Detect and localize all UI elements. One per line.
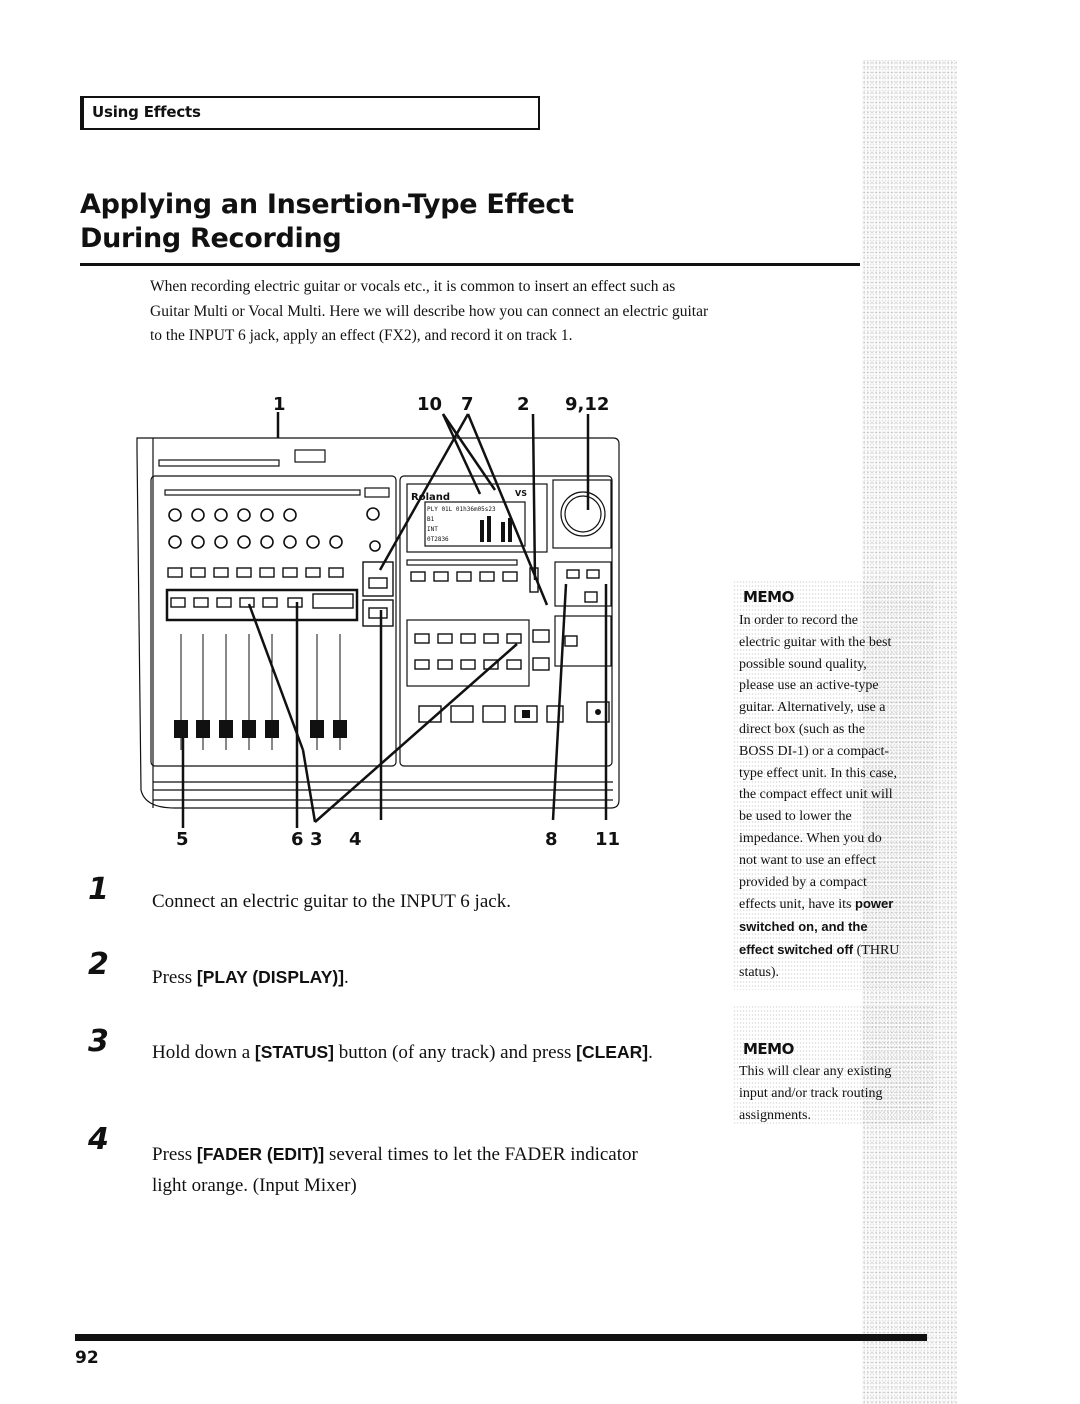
memo-line: input and/or track routing [739, 1085, 883, 1101]
callout-4: 4 [349, 829, 362, 850]
jog-wheel-frame [552, 479, 612, 549]
memo-line: assignments. [739, 1107, 811, 1123]
jog-wheel [560, 491, 606, 537]
memo-line: not want to use an effect [739, 852, 876, 868]
memo-line: possible sound quality, [739, 656, 867, 672]
callout-1: 1 [273, 394, 286, 415]
section-header: Using Effects [80, 96, 540, 130]
memo-line: BOSS DI-1) or a compact- [739, 743, 890, 759]
memo-bold: switched on, and the [739, 919, 868, 935]
callout-5: 5 [176, 829, 189, 850]
step-number: 2 [88, 947, 109, 982]
recorder-buttons [410, 567, 610, 723]
callout-8: 8 [545, 829, 558, 850]
callout-6: 6 [291, 829, 304, 850]
memo-line: This will clear any existing [739, 1064, 892, 1079]
knob-rows [168, 507, 381, 552]
section-header-text: Using Effects [92, 103, 201, 121]
location-panel [406, 619, 530, 687]
device-diagram: Roland VS PLY 01L 01h36m05s23 B1 INT 0T2… [136, 394, 620, 850]
memo-bold: effect switched off [739, 941, 854, 957]
step-number: 3 [88, 1024, 109, 1059]
step-text-part: Press [152, 967, 197, 988]
callout-11: 11 [595, 829, 620, 850]
callout-3: 3 [310, 829, 323, 850]
status-buttons [170, 593, 354, 609]
step-text-part: Hold down a [152, 1042, 255, 1063]
fader-caps [174, 720, 347, 738]
model-label: VS [515, 489, 527, 498]
step-text-part: Press [152, 1144, 197, 1165]
callout-9-12: 9,12 [565, 394, 609, 415]
memo-icon: MEMO [743, 1040, 794, 1058]
input-label-bar [164, 489, 361, 496]
memo-1-text: In order to record the electric guitar w… [739, 610, 929, 984]
fader-edit-button-ref: [FADER (EDIT)] [196, 1144, 325, 1164]
step-text-part: . [344, 967, 349, 988]
title-rule [80, 263, 860, 266]
step-text: Hold down a [STATUS] button (of any trac… [152, 1037, 672, 1068]
callout-10: 10 [417, 394, 442, 415]
lcd-line-4: 0T2836 [427, 536, 449, 543]
lcd-line-3: INT [427, 526, 438, 533]
memo-icon: MEMO [743, 588, 794, 606]
input-level-strip [158, 459, 280, 467]
memo-label: MEMO [743, 588, 794, 606]
step-text: Connect an electric guitar to the INPUT … [152, 886, 672, 917]
step-text: Press [PLAY (DISPLAY)]. [152, 962, 672, 993]
intro-paragraph: When recording electric guitar or vocals… [150, 278, 709, 344]
step-text-part: . [648, 1042, 653, 1063]
memo-line: electric guitar with the best [739, 634, 892, 650]
memo-line: please use an active-type [739, 678, 879, 694]
callout-2: 2 [517, 394, 530, 415]
step-text-part: button (of any track) and press [333, 1042, 577, 1063]
play-display-button-ref: [PLAY (DISPLAY)] [196, 967, 345, 987]
memo-line: guitar. Alternatively, use a [739, 700, 886, 716]
memo-line: status). [739, 964, 780, 980]
callout-7: 7 [461, 394, 474, 415]
lcd-line-2: B1 [427, 516, 435, 523]
memo-line: the compact effect unit will [739, 787, 893, 803]
page-number: 92 [75, 1348, 99, 1368]
lcd-line-1: PLY 01L 01h36m05s23 [427, 506, 496, 513]
step-text: Press [FADER (EDIT)] several times to le… [152, 1139, 672, 1201]
title-line-2: During Recording [80, 223, 342, 254]
memo-2-text: This will clear any existing input and/o… [739, 1061, 929, 1126]
memo-label: MEMO [743, 1040, 794, 1058]
select-buttons [167, 561, 394, 627]
memo-line: (THRU [853, 942, 900, 958]
clear-button-ref: [CLEAR] [576, 1042, 649, 1062]
memo-line: be used to lower the [739, 809, 852, 825]
memo-line: effects unit, have its [739, 897, 855, 913]
step-number: 1 [88, 872, 109, 907]
memo-line: In order to record the [739, 613, 858, 628]
memo-line: provided by a compact [739, 874, 867, 890]
memo-line: type effect unit. In this case, [739, 765, 897, 781]
memo-bold: power [855, 896, 894, 912]
status-button-ref: [STATUS] [254, 1042, 334, 1062]
footer-rule [75, 1334, 927, 1341]
title-line-1: Applying an Insertion-Type Effect [80, 189, 574, 220]
memo-line: direct box (such as the [739, 721, 865, 737]
memo-line: impedance. When you do [739, 830, 882, 846]
step-number: 4 [88, 1122, 109, 1157]
lcd-meters [480, 516, 512, 542]
page-title: Applying an Insertion-Type Effect During… [80, 188, 574, 256]
brand-label: Roland [411, 492, 450, 503]
step-1-text: Connect an electric guitar to the INPUT … [152, 891, 511, 912]
